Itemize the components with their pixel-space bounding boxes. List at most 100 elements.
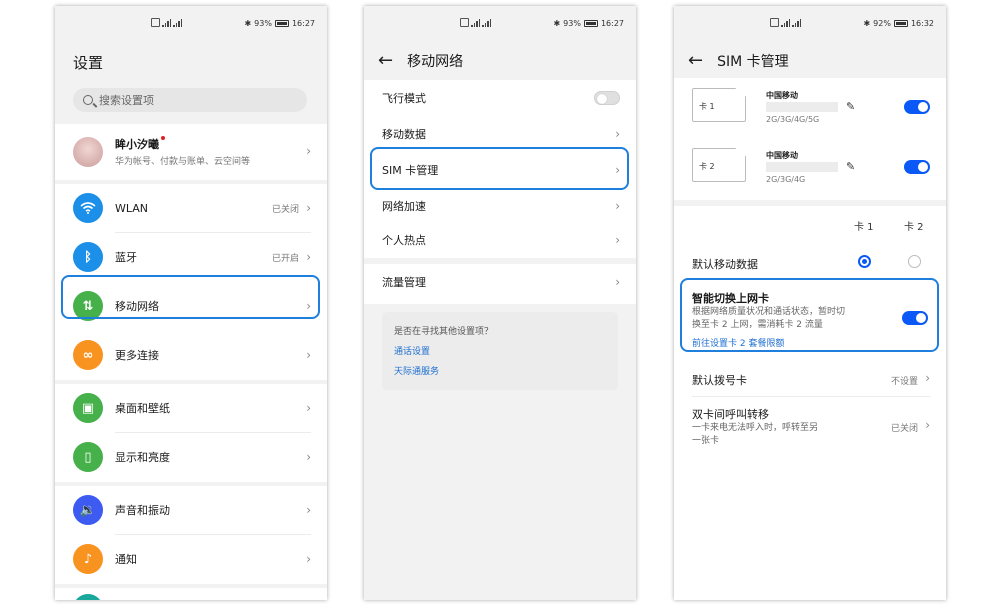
call-settings-link[interactable]: 通话设置 <box>394 344 430 357</box>
sim-network: 2G/3G/4G <box>766 175 806 184</box>
avatar <box>73 137 103 167</box>
sound-card: 🔉 声音和振动 › ♪ 通知 › <box>55 486 327 584</box>
sim2-toggle[interactable] <box>904 160 930 174</box>
column-card2: 卡 2 <box>904 222 924 233</box>
search-icon <box>83 95 93 105</box>
menu-item-network-boost[interactable]: 网络加速 › <box>364 188 636 224</box>
settings-item-label: 显示和亮度 <box>115 451 170 464</box>
menu-item-label: 移动数据 <box>382 128 426 141</box>
profile-name: 眸小汐曦 <box>115 136 165 152</box>
sim-settings-card: 卡 1 卡 2 默认移动数据 智能切换上网卡 根据网络质量状况和通话状态，暂时切… <box>674 206 946 600</box>
chevron-right-icon: › <box>306 552 311 566</box>
chevron-right-icon: › <box>306 250 311 264</box>
phone-settings: ✱ 93% 16:27 设置 搜索设置项 眸小汐曦 华为帐号、付款与账单、云空间… <box>55 6 327 600</box>
menu-item-airplane-mode[interactable]: 飞行模式 <box>364 80 636 116</box>
edit-icon[interactable]: ✎ <box>846 100 855 113</box>
phone-mobile-network: ✱ 93% 16:27 ← 移动网络 飞行模式 移动数据 › SIM 卡管理 ›… <box>364 6 636 600</box>
settings-item-desktop[interactable]: ▣ 桌面和壁纸 › <box>55 384 327 432</box>
menu-item-label: 个人热点 <box>382 234 426 247</box>
battery-icon <box>274 20 289 27</box>
sim-number-redacted <box>766 162 838 172</box>
divider <box>692 396 930 397</box>
display-card: ▣ 桌面和壁纸 › ▯ 显示和亮度 › <box>55 384 327 482</box>
sim-carrier: 中国移动 <box>766 91 798 100</box>
chevron-right-icon: › <box>306 144 311 158</box>
settings-item-display[interactable]: ▯ 显示和亮度 › <box>55 433 327 481</box>
settings-item-label: 声音和振动 <box>115 504 170 517</box>
traffic-card: 流量管理 › <box>364 264 636 304</box>
signal-indicators <box>151 18 182 27</box>
profile-card[interactable]: 眸小汐曦 华为帐号、付款与账单、云空间等 › <box>55 124 327 180</box>
settings-item-label: WLAN <box>115 201 149 215</box>
wallpaper-icon: ▣ <box>73 393 103 423</box>
sim1-toggle[interactable] <box>904 100 930 114</box>
settings-item-label: 通知 <box>115 553 137 566</box>
back-arrow-icon[interactable]: ← <box>378 50 393 71</box>
default-data-radio-card2[interactable] <box>908 255 921 268</box>
signal-icon <box>173 18 182 27</box>
bell-icon: ♪ <box>73 544 103 574</box>
status-bar: ✱ 93% 16:27 <box>364 6 636 40</box>
bluetooth-status-icon: ✱ <box>244 19 252 28</box>
default-data-label: 默认移动数据 <box>692 258 758 271</box>
header: ← 移动网络 <box>378 50 463 71</box>
chevron-right-icon: › <box>925 371 930 385</box>
default-dial-label: 默认拨号卡 <box>692 374 747 387</box>
wifi-icon <box>73 193 103 223</box>
chevron-right-icon: › <box>306 450 311 464</box>
signal-icon <box>792 18 801 27</box>
settings-item-label: 蓝牙 <box>115 251 137 264</box>
battery-percent: 93% <box>254 19 272 28</box>
search-placeholder: 搜索设置项 <box>99 94 154 107</box>
clock: 16:27 <box>291 19 315 28</box>
chevron-right-icon: › <box>306 503 311 517</box>
chevron-right-icon: › <box>615 275 620 289</box>
partial-icon <box>73 594 103 600</box>
clock: 16:27 <box>600 19 624 28</box>
settings-item-more-connections[interactable]: ∞ 更多连接 › <box>55 331 327 379</box>
menu-item-hotspot[interactable]: 个人热点 › <box>364 222 636 258</box>
speaker-icon: 🔉 <box>73 495 103 525</box>
suggestion-title: 是否在寻找其他设置项？ <box>394 327 494 337</box>
settings-item-sound[interactable]: 🔉 声音和振动 › <box>55 486 327 534</box>
chevron-right-icon: › <box>615 127 620 141</box>
back-arrow-icon[interactable]: ← <box>688 50 703 71</box>
skytone-link[interactable]: 天际通服务 <box>394 364 439 377</box>
dual-sim-icon <box>460 18 469 27</box>
battery-icon <box>583 20 598 27</box>
highlight-frame <box>61 275 320 319</box>
default-data-radio-card1[interactable] <box>858 255 871 268</box>
edit-icon[interactable]: ✎ <box>846 160 855 173</box>
menu-item-traffic[interactable]: 流量管理 › <box>364 264 636 300</box>
bluetooth-icon: ᛒ <box>73 242 103 272</box>
link-icon: ∞ <box>73 340 103 370</box>
settings-item-bluetooth[interactable]: ᛒ 蓝牙 已开启 › <box>55 233 327 281</box>
sim-card-1: 卡 1 <box>692 88 746 122</box>
sim-card-2: 卡 2 <box>692 148 746 182</box>
sim-number-redacted <box>766 102 838 112</box>
brightness-icon: ▯ <box>73 442 103 472</box>
sim-cards-card: 卡 1 中国移动 2G/3G/4G/5G ✎ 卡 2 中国移动 2G/3G/4G… <box>674 78 946 200</box>
chevron-right-icon: › <box>615 199 620 213</box>
sim-card-label: 卡 2 <box>699 162 715 171</box>
menu-item-label: 网络加速 <box>382 200 426 213</box>
clock: 16:32 <box>910 19 934 28</box>
partial-card <box>55 588 327 600</box>
battery-icon <box>893 20 908 27</box>
settings-item-label: 桌面和壁纸 <box>115 402 170 415</box>
airplane-toggle[interactable] <box>594 91 620 105</box>
call-forward-label: 双卡间呼叫转移 <box>692 408 769 421</box>
signal-icon <box>482 18 491 27</box>
chevron-right-icon: › <box>925 418 930 432</box>
search-input[interactable]: 搜索设置项 <box>73 88 307 112</box>
signal-icon <box>162 18 171 27</box>
settings-item-notifications[interactable]: ♪ 通知 › <box>55 535 327 583</box>
phone-sim-management: ✱ 92% 16:32 ← SIM 卡管理 卡 1 中国移动 2G/3G/4G/… <box>674 6 946 600</box>
bluetooth-status-icon: ✱ <box>863 19 871 28</box>
bluetooth-status-icon: ✱ <box>553 19 561 28</box>
highlight-frame <box>680 278 939 352</box>
suggestion-panel: 是否在寻找其他设置项？ 通话设置 天际通服务 <box>382 312 618 390</box>
signal-icon <box>781 18 790 27</box>
highlight-frame <box>370 147 629 190</box>
settings-item-wlan[interactable]: WLAN 已关闭 › <box>55 184 327 232</box>
